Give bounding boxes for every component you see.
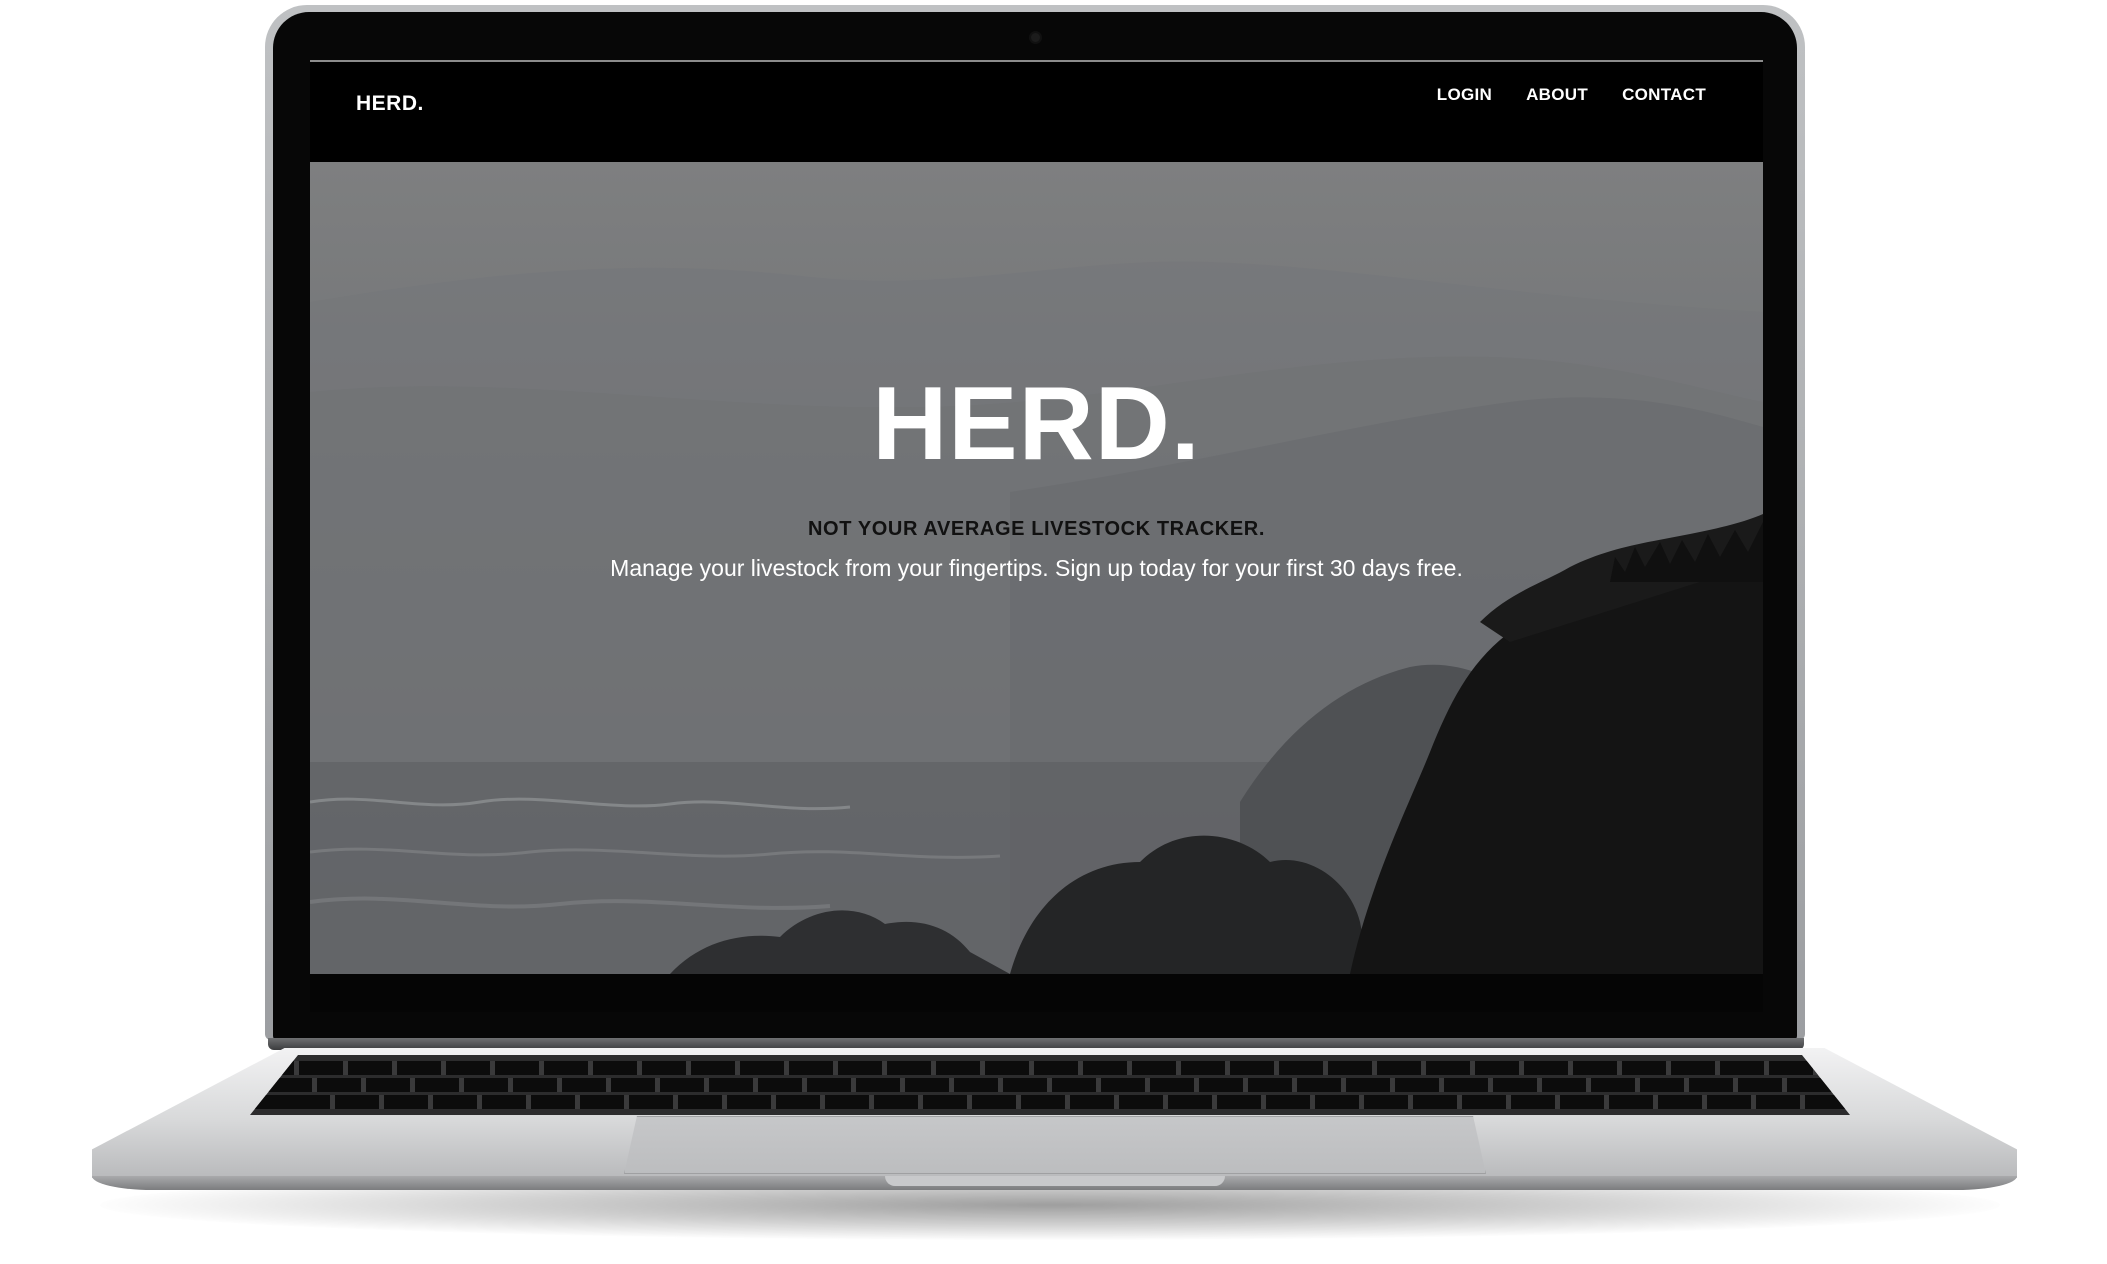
- laptop-screen: HERD. LOGIN ABOUT CONTACT HERD. NOT YOUR…: [310, 60, 1763, 974]
- trackpad: [624, 1116, 1486, 1174]
- hero-section: HERD. NOT YOUR AVERAGE LIVESTOCK TRACKER…: [310, 162, 1763, 974]
- nav-link-contact[interactable]: CONTACT: [1622, 85, 1706, 105]
- hero-tagline: NOT YOUR AVERAGE LIVESTOCK TRACKER.: [808, 518, 1265, 540]
- laptop-keyboard: [250, 1055, 1850, 1115]
- lid-notch: [885, 1176, 1225, 1186]
- top-navbar: HERD. LOGIN ABOUT CONTACT: [310, 60, 1763, 164]
- nav-link-about[interactable]: ABOUT: [1526, 85, 1588, 105]
- hero-title: HERD.: [872, 366, 1201, 482]
- brand-logo[interactable]: HERD.: [356, 92, 424, 116]
- nav-link-login[interactable]: LOGIN: [1437, 85, 1492, 105]
- keyboard-row: [250, 1061, 1850, 1075]
- webcam: [1031, 33, 1040, 42]
- keyboard-row: [250, 1078, 1850, 1092]
- hero-subtitle: Manage your livestock from your fingerti…: [610, 555, 1463, 581]
- nav-links: LOGIN ABOUT CONTACT: [1437, 85, 1706, 105]
- hero-content: HERD. NOT YOUR AVERAGE LIVESTOCK TRACKER…: [310, 372, 1763, 582]
- screen-bottom-bezel: [310, 974, 1763, 1012]
- keyboard-row: [250, 1095, 1850, 1109]
